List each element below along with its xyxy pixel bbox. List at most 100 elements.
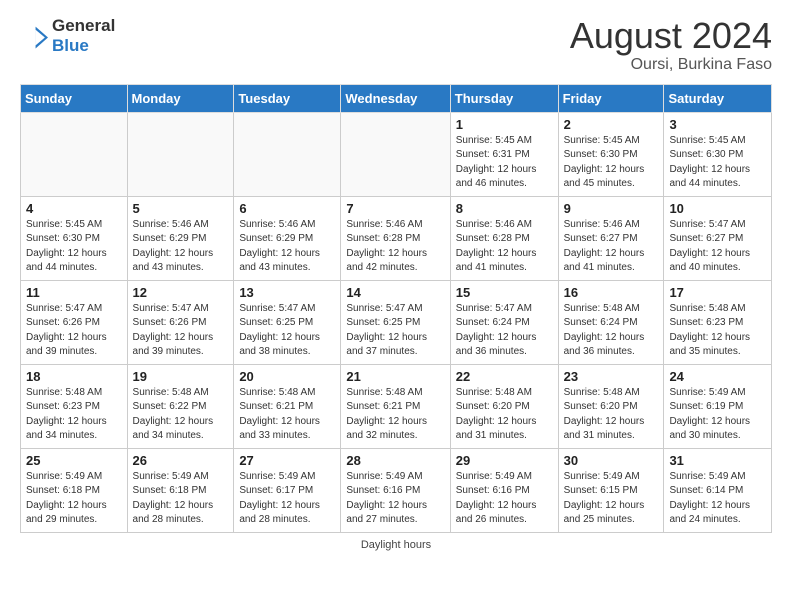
- day-info: Sunrise: 5:48 AM Sunset: 6:20 PM Dayligh…: [456, 386, 553, 444]
- calendar-cell: [341, 112, 450, 196]
- calendar-cell: 12Sunrise: 5:47 AM Sunset: 6:26 PM Dayli…: [127, 280, 234, 364]
- calendar-cell: 15 Sunrise: 5:47 AM Sunset: 6:24 PM Dayli…: [450, 280, 558, 364]
- day-number: 21: [346, 369, 444, 384]
- calendar-cell: 11 Sunrise: 5:47 AM Sunset: 6:26 PM Dayli…: [21, 280, 128, 364]
- weekday-friday: Friday: [558, 84, 664, 112]
- day-info: Sunrise: 5:48 AM Sunset: 6:20 PM Dayligh…: [564, 386, 659, 444]
- calendar-cell: [127, 112, 234, 196]
- calendar-cell: 31 Sunrise: 5:49 AM Sunset: 6:14 PM Dayli…: [664, 448, 772, 532]
- location-title: Oursi, Burkina Faso: [570, 56, 772, 74]
- calendar-cell: 18Sunrise: 5:48 AM Sunset: 6:23 PM Dayli…: [21, 364, 128, 448]
- calendar-table: SundayMondayTuesdayWednesdayThursdayFrid…: [20, 84, 772, 533]
- day-number: 11: [26, 285, 122, 300]
- day-number: 2: [564, 117, 659, 132]
- header: General Blue August 2024 Oursi, Burkina …: [20, 16, 772, 74]
- calendar-cell: 21 Sunrise: 5:48 AM Sunset: 6:21 PM Dayli…: [341, 364, 450, 448]
- day-info: Sunrise: 5:46 AM Sunset: 6:28 PM Dayligh…: [346, 218, 444, 276]
- calendar-cell: 2 Sunrise: 5:45 AM Sunset: 6:30 PM Daylig…: [558, 112, 664, 196]
- day-number: 9: [564, 201, 659, 216]
- day-number: 10: [669, 201, 766, 216]
- day-number: 31: [669, 453, 766, 468]
- day-info: Sunrise: 5:45 AM Sunset: 6:30 PM Dayligh…: [26, 218, 122, 276]
- week-row-2: 11 Sunrise: 5:47 AM Sunset: 6:26 PM Dayli…: [21, 280, 772, 364]
- calendar-cell: 7 Sunrise: 5:46 AM Sunset: 6:28 PM Daylig…: [341, 196, 450, 280]
- day-info: Sunrise: 5:47 AM Sunset: 6:25 PM Dayligh…: [239, 302, 335, 360]
- weekday-header-row: SundayMondayTuesdayWednesdayThursdayFrid…: [21, 84, 772, 112]
- day-info: Sunrise: 5:46 AM Sunset: 6:28 PM Dayligh…: [456, 218, 553, 276]
- day-number: 30: [564, 453, 659, 468]
- weekday-thursday: Thursday: [450, 84, 558, 112]
- day-number: 28: [346, 453, 444, 468]
- week-row-1: 4 Sunrise: 5:45 AM Sunset: 6:30 PM Daylig…: [21, 196, 772, 280]
- day-info: Sunrise: 5:49 AM Sunset: 6:17 PM Dayligh…: [239, 470, 335, 528]
- calendar-cell: 4 Sunrise: 5:45 AM Sunset: 6:30 PM Daylig…: [21, 196, 128, 280]
- day-number: 20: [239, 369, 335, 384]
- day-info: Sunrise: 5:48 AM Sunset: 6:24 PM Dayligh…: [564, 302, 659, 360]
- calendar-cell: 14Sunrise: 5:47 AM Sunset: 6:25 PM Dayli…: [341, 280, 450, 364]
- calendar-cell: 9 Sunrise: 5:46 AM Sunset: 6:27 PM Daylig…: [558, 196, 664, 280]
- day-number: 19: [133, 369, 229, 384]
- week-row-3: 18Sunrise: 5:48 AM Sunset: 6:23 PM Dayli…: [21, 364, 772, 448]
- calendar-cell: [21, 112, 128, 196]
- calendar-cell: 16 Sunrise: 5:48 AM Sunset: 6:24 PM Dayli…: [558, 280, 664, 364]
- day-number: 22: [456, 369, 553, 384]
- footer: Daylight hours: [20, 539, 772, 551]
- day-number: 27: [239, 453, 335, 468]
- day-info: Sunrise: 5:47 AM Sunset: 6:27 PM Dayligh…: [669, 218, 766, 276]
- day-info: Sunrise: 5:47 AM Sunset: 6:25 PM Dayligh…: [346, 302, 444, 360]
- weekday-monday: Monday: [127, 84, 234, 112]
- day-info: Sunrise: 5:46 AM Sunset: 6:27 PM Dayligh…: [564, 218, 659, 276]
- calendar-cell: 1Sunrise: 5:45 AM Sunset: 6:31 PM Daylig…: [450, 112, 558, 196]
- day-number: 24: [669, 369, 766, 384]
- day-info: Sunrise: 5:49 AM Sunset: 6:14 PM Dayligh…: [669, 470, 766, 528]
- calendar-cell: 3 Sunrise: 5:45 AM Sunset: 6:30 PM Daylig…: [664, 112, 772, 196]
- calendar-cell: [234, 112, 341, 196]
- day-info: Sunrise: 5:45 AM Sunset: 6:31 PM Dayligh…: [456, 134, 553, 192]
- day-info: Sunrise: 5:49 AM Sunset: 6:16 PM Dayligh…: [346, 470, 444, 528]
- day-info: Sunrise: 5:49 AM Sunset: 6:15 PM Dayligh…: [564, 470, 659, 528]
- page: General Blue August 2024 Oursi, Burkina …: [0, 0, 792, 561]
- calendar-cell: 25 Sunrise: 5:49 AM Sunset: 6:18 PM Dayli…: [21, 448, 128, 532]
- logo-text-line2: Blue: [52, 36, 115, 56]
- calendar-cell: 30 Sunrise: 5:49 AM Sunset: 6:15 PM Dayli…: [558, 448, 664, 532]
- week-row-0: 1Sunrise: 5:45 AM Sunset: 6:31 PM Daylig…: [21, 112, 772, 196]
- calendar-cell: 5Sunrise: 5:46 AM Sunset: 6:29 PM Daylig…: [127, 196, 234, 280]
- calendar-cell: 27 Sunrise: 5:49 AM Sunset: 6:17 PM Dayli…: [234, 448, 341, 532]
- day-info: Sunrise: 5:48 AM Sunset: 6:21 PM Dayligh…: [239, 386, 335, 444]
- day-info: Sunrise: 5:48 AM Sunset: 6:23 PM Dayligh…: [26, 386, 122, 444]
- weekday-tuesday: Tuesday: [234, 84, 341, 112]
- calendar-cell: 26Sunrise: 5:49 AM Sunset: 6:18 PM Dayli…: [127, 448, 234, 532]
- weekday-sunday: Sunday: [21, 84, 128, 112]
- day-info: Sunrise: 5:46 AM Sunset: 6:29 PM Dayligh…: [239, 218, 335, 276]
- calendar-cell: 23 Sunrise: 5:48 AM Sunset: 6:20 PM Dayli…: [558, 364, 664, 448]
- day-info: Sunrise: 5:49 AM Sunset: 6:19 PM Dayligh…: [669, 386, 766, 444]
- day-info: Sunrise: 5:45 AM Sunset: 6:30 PM Dayligh…: [564, 134, 659, 192]
- day-number: 3: [669, 117, 766, 132]
- day-number: 17: [669, 285, 766, 300]
- day-number: 16: [564, 285, 659, 300]
- calendar-cell: 13 Sunrise: 5:47 AM Sunset: 6:25 PM Dayli…: [234, 280, 341, 364]
- weekday-wednesday: Wednesday: [341, 84, 450, 112]
- day-info: Sunrise: 5:49 AM Sunset: 6:18 PM Dayligh…: [26, 470, 122, 528]
- logo-text-line1: General: [52, 16, 115, 36]
- calendar-cell: 28 Sunrise: 5:49 AM Sunset: 6:16 PM Dayli…: [341, 448, 450, 532]
- day-info: Sunrise: 5:47 AM Sunset: 6:26 PM Dayligh…: [26, 302, 122, 360]
- day-number: 15: [456, 285, 553, 300]
- day-number: 26: [133, 453, 229, 468]
- week-row-4: 25 Sunrise: 5:49 AM Sunset: 6:18 PM Dayli…: [21, 448, 772, 532]
- day-info: Sunrise: 5:45 AM Sunset: 6:30 PM Dayligh…: [669, 134, 766, 192]
- day-info: Sunrise: 5:47 AM Sunset: 6:26 PM Dayligh…: [133, 302, 229, 360]
- weekday-saturday: Saturday: [664, 84, 772, 112]
- day-info: Sunrise: 5:48 AM Sunset: 6:23 PM Dayligh…: [669, 302, 766, 360]
- calendar-body: 1Sunrise: 5:45 AM Sunset: 6:31 PM Daylig…: [21, 112, 772, 532]
- day-number: 25: [26, 453, 122, 468]
- day-number: 8: [456, 201, 553, 216]
- day-number: 7: [346, 201, 444, 216]
- day-number: 23: [564, 369, 659, 384]
- day-number: 13: [239, 285, 335, 300]
- day-info: Sunrise: 5:47 AM Sunset: 6:24 PM Dayligh…: [456, 302, 553, 360]
- day-number: 4: [26, 201, 122, 216]
- day-info: Sunrise: 5:48 AM Sunset: 6:22 PM Dayligh…: [133, 386, 229, 444]
- logo: General Blue: [20, 16, 115, 55]
- day-info: Sunrise: 5:48 AM Sunset: 6:21 PM Dayligh…: [346, 386, 444, 444]
